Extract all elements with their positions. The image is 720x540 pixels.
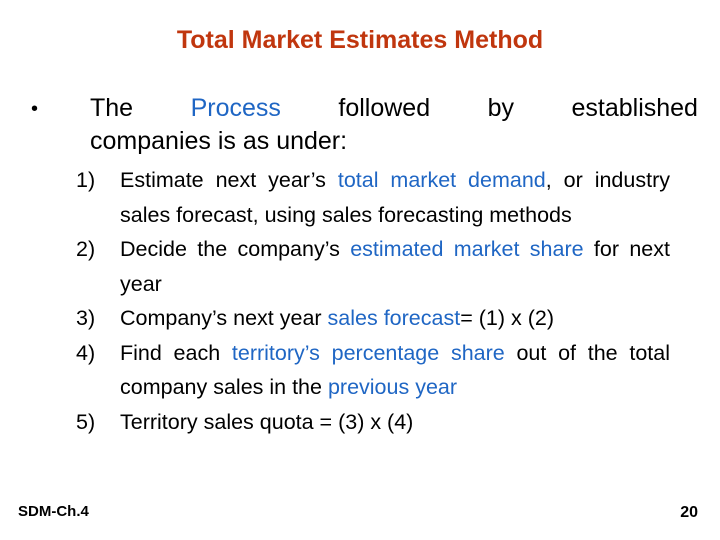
page-number: 20	[680, 504, 698, 521]
step-item: 4) Find each territory’s percentage share…	[76, 336, 670, 405]
process-steps-list: 1) Estimate next year’s total market dema…	[76, 163, 670, 439]
intro-bullet-text: The Process followed by established companie…	[90, 92, 698, 158]
footer-chapter-label: SDM-Ch.4	[18, 503, 89, 520]
intro-line-1: The Process followed by established	[90, 92, 698, 125]
step-item: 3) Company’s next year sales forecast= (1…	[76, 301, 670, 336]
highlighted-term: sales forecast	[327, 306, 461, 330]
step-text: Company’s next year sales forecast= (1) …	[120, 301, 670, 336]
step-text-part: Estimate next year’s	[120, 168, 338, 192]
step-number: 3)	[76, 306, 96, 330]
slide-title: Total Market Estimates Method	[176, 26, 544, 54]
intro-word: followed	[338, 94, 431, 122]
intro-word: established	[571, 94, 698, 122]
step-number: 5)	[76, 409, 96, 434]
highlighted-term: territory’s percentage share	[231, 340, 505, 365]
step-text: Decide the company’s estimated market sh…	[120, 232, 670, 301]
highlighted-term: total market demand	[337, 168, 546, 192]
intro-line-2: companies is as under:	[90, 127, 348, 155]
step-item: 5) Territory sales quota = (3) x (4)	[76, 405, 670, 440]
highlighted-term: estimated market share	[350, 237, 584, 261]
step-text-part: Territory sales quota = (3) x (4)	[120, 409, 414, 434]
intro-word: Process	[190, 94, 281, 122]
intro-word: The	[90, 94, 134, 122]
step-text-part: Company’s next year	[120, 306, 328, 330]
step-item: 2) Decide the company’s estimated market …	[76, 232, 670, 301]
bullet-icon: •	[31, 98, 39, 120]
step-number: 4)	[76, 340, 96, 365]
step-item: 1) Estimate next year’s total market dema…	[76, 163, 670, 232]
step-number: 2)	[76, 237, 96, 261]
intro-word: by	[487, 94, 514, 122]
step-text-part: Decide the company’s	[120, 237, 351, 261]
step-text-part: Find each	[120, 340, 232, 365]
highlighted-term: previous year	[327, 375, 458, 399]
step-number: 1)	[76, 168, 96, 192]
step-text: Estimate next year’s total market demand…	[120, 163, 670, 232]
step-text: Find each territory’s percentage share o…	[120, 336, 670, 405]
step-text-part: = (1) x (2)	[460, 306, 554, 330]
step-text: Territory sales quota = (3) x (4)	[120, 405, 670, 440]
